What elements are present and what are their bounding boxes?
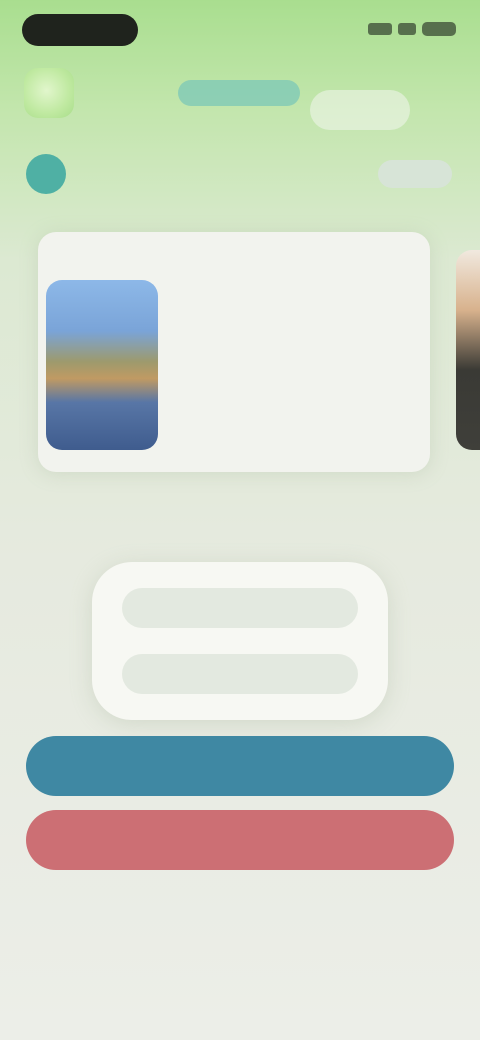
- wifi-icon: [398, 23, 416, 35]
- avatar[interactable]: [26, 154, 66, 194]
- app-logo-icon[interactable]: [24, 68, 74, 118]
- status-bar: [0, 0, 480, 56]
- primary-button[interactable]: [26, 736, 454, 796]
- battery-icon: [422, 22, 456, 36]
- dynamic-island: [22, 14, 138, 46]
- content-card[interactable]: [38, 232, 430, 472]
- option-button-2[interactable]: [122, 654, 358, 694]
- user-action-button[interactable]: [378, 160, 452, 188]
- card-text: [178, 302, 414, 316]
- card-thumbnail[interactable]: [46, 280, 158, 450]
- option-button-1[interactable]: [122, 588, 358, 628]
- next-card-peek[interactable]: [456, 250, 480, 450]
- signal-icon: [368, 23, 392, 35]
- options-panel: [92, 562, 388, 720]
- status-icons: [368, 22, 456, 36]
- header-tag[interactable]: [178, 80, 300, 106]
- header-highlight: [310, 90, 410, 130]
- user-row: [22, 150, 458, 200]
- app-header: [0, 60, 480, 130]
- danger-button[interactable]: [26, 810, 454, 870]
